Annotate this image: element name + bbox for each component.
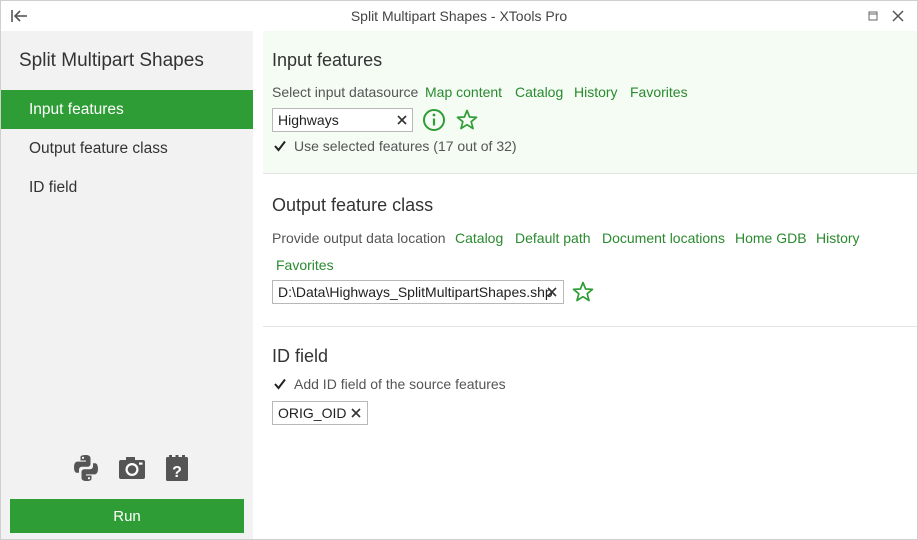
link-default-path[interactable]: Default path: [515, 230, 591, 246]
output-feature-class-section: Output feature class Provide output data…: [263, 174, 917, 326]
favorite-star-icon[interactable]: [571, 280, 595, 304]
input-features-value[interactable]: [278, 109, 412, 131]
sidebar-item-input-features[interactable]: Input features: [1, 90, 253, 129]
window-title: Split Multipart Shapes - XTools Pro: [350, 8, 568, 24]
sidebar-item-id-field[interactable]: ID field: [1, 168, 253, 207]
tool-icons: ?: [71, 453, 195, 487]
info-icon[interactable]: [422, 108, 446, 132]
id-field-section: ID field Add ID field of the source feat…: [263, 327, 917, 467]
close-icon[interactable]: [889, 7, 907, 25]
app-window: Split Multipart Shapes - XTools Pro Spli…: [0, 0, 918, 540]
clipboard-help-icon[interactable]: ?: [163, 453, 193, 483]
link-history[interactable]: History: [574, 84, 618, 100]
output-location-label: Provide output data location: [272, 230, 446, 246]
sidebar-item-output-feature-class[interactable]: Output feature class: [1, 129, 253, 168]
link-catalog[interactable]: Catalog: [515, 84, 563, 100]
section-title-output-feature-class: Output feature class: [272, 195, 434, 215]
datasource-label: Select input datasource: [272, 84, 419, 100]
input-features-section: Input features Select input datasource M…: [263, 31, 917, 173]
run-button[interactable]: Run: [10, 499, 244, 533]
input-features-field[interactable]: [272, 108, 413, 132]
use-selected-checkbox[interactable]: [273, 139, 287, 153]
link-catalog[interactable]: Catalog: [455, 230, 503, 246]
svg-text:?: ?: [172, 464, 182, 481]
sidebar-item-label: ID field: [29, 179, 78, 196]
section-title-input-features: Input features: [272, 50, 383, 70]
sidebar: Split Multipart Shapes Input features Ou…: [1, 31, 253, 539]
link-home-gdb[interactable]: Home GDB: [735, 230, 807, 246]
title-bar: Split Multipart Shapes - XTools Pro: [1, 1, 917, 31]
link-favorites[interactable]: Favorites: [276, 257, 334, 273]
clear-input-icon[interactable]: [396, 114, 408, 126]
section-title-id-field: ID field: [272, 346, 329, 366]
main-content: Input features Select input datasource M…: [263, 31, 917, 539]
clear-id-field-icon[interactable]: [350, 407, 362, 419]
link-document-locations[interactable]: Document locations: [602, 230, 725, 246]
sidebar-item-label: Output feature class: [29, 140, 168, 157]
python-icon[interactable]: [71, 453, 101, 483]
add-id-field-checkbox[interactable]: [273, 377, 287, 391]
link-favorites[interactable]: Favorites: [630, 84, 688, 100]
favorite-star-icon[interactable]: [455, 108, 479, 132]
sidebar-item-label: Input features: [29, 101, 124, 118]
maximize-icon[interactable]: [865, 9, 881, 23]
use-selected-label: Use selected features (17 out of 32): [294, 138, 517, 154]
output-path-value[interactable]: [278, 281, 563, 303]
camera-icon[interactable]: [117, 453, 147, 483]
link-map-content[interactable]: Map content: [425, 84, 502, 100]
link-history[interactable]: History: [816, 230, 860, 246]
sidebar-title: Split Multipart Shapes: [19, 50, 204, 71]
clear-output-icon[interactable]: [546, 286, 558, 298]
output-path-field[interactable]: [272, 280, 564, 304]
add-id-field-label: Add ID field of the source features: [294, 376, 506, 392]
